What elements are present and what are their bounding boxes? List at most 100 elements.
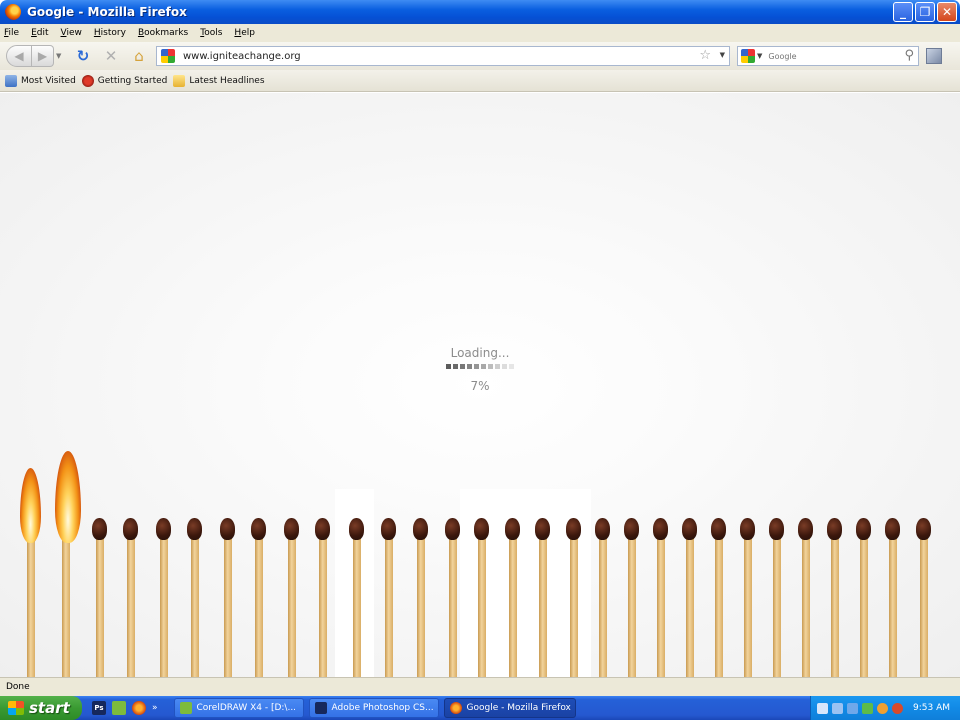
menu-bookmarks[interactable]: Bookmarks bbox=[138, 28, 188, 38]
start-button[interactable]: start bbox=[0, 696, 82, 720]
matchstick bbox=[916, 518, 931, 677]
match-head bbox=[827, 518, 842, 540]
search-engine-dropdown-icon[interactable]: ▼ bbox=[757, 52, 762, 60]
match-stick bbox=[224, 530, 232, 677]
matchstick bbox=[187, 518, 202, 677]
search-magnifier-icon[interactable]: ⚲ bbox=[904, 48, 914, 63]
quick-launch-more-icon[interactable]: » bbox=[152, 703, 158, 713]
matchstick bbox=[251, 518, 266, 677]
matchstick bbox=[220, 518, 235, 677]
window-title: Google - Mozilla Firefox bbox=[27, 5, 187, 19]
bookmark-getting-started[interactable]: Getting Started bbox=[81, 74, 167, 87]
bookmark-star-icon[interactable]: ☆ bbox=[699, 48, 711, 63]
search-box[interactable]: ▼ ⚲ bbox=[737, 46, 919, 66]
photoshop-icon[interactable]: Ps bbox=[92, 701, 106, 715]
taskbar-task-firefox[interactable]: Google - Mozilla Firefox bbox=[443, 698, 576, 718]
menu-file[interactable]: File bbox=[4, 28, 19, 38]
bookmarks-toolbar: Most Visited Getting Started Latest Head… bbox=[0, 70, 960, 92]
tray-app-icon[interactable] bbox=[892, 702, 903, 714]
matchstick bbox=[123, 518, 138, 677]
menu-history[interactable]: History bbox=[94, 28, 126, 38]
match-stick bbox=[255, 530, 263, 677]
match-head bbox=[653, 518, 668, 540]
match-head bbox=[381, 518, 396, 540]
antivirus-icon[interactable] bbox=[877, 702, 888, 714]
url-text[interactable]: www.igniteachange.org bbox=[183, 51, 301, 62]
matchstick bbox=[827, 518, 842, 677]
photoshop-icon bbox=[314, 702, 327, 714]
match-head bbox=[474, 518, 489, 540]
matchstick bbox=[445, 518, 460, 677]
stop-icon[interactable]: ✕ bbox=[100, 45, 122, 67]
matchstick bbox=[535, 518, 550, 677]
menu-edit[interactable]: Edit bbox=[31, 28, 48, 38]
home-icon[interactable]: ⌂ bbox=[128, 45, 150, 67]
menu-help[interactable]: Help bbox=[234, 28, 255, 38]
match-head bbox=[92, 518, 107, 540]
history-dropdown-icon[interactable]: ▼ bbox=[56, 52, 66, 60]
security-shield-icon[interactable] bbox=[862, 702, 873, 714]
toolbar-addon-icon[interactable] bbox=[926, 48, 942, 64]
match-stick bbox=[628, 530, 636, 677]
burning-match bbox=[20, 468, 41, 677]
progress-cell bbox=[446, 364, 451, 369]
start-label: start bbox=[29, 699, 70, 717]
taskbar-task-coreldraw[interactable]: CorelDRAW X4 - [D:\... bbox=[173, 698, 304, 718]
match-stick bbox=[288, 530, 296, 677]
match-stick bbox=[449, 530, 457, 677]
match-stick bbox=[417, 530, 425, 677]
loading-progress-bar bbox=[446, 364, 514, 369]
network-icon[interactable] bbox=[832, 702, 843, 714]
url-dropdown-icon[interactable]: ▼ bbox=[720, 51, 725, 59]
close-button[interactable]: ✕ bbox=[937, 2, 957, 22]
matchstick bbox=[566, 518, 581, 677]
matchstick bbox=[284, 518, 299, 677]
firefox-icon[interactable] bbox=[132, 701, 146, 715]
back-button[interactable]: ◀ bbox=[6, 45, 32, 67]
search-engine-icon[interactable] bbox=[741, 49, 755, 63]
site-favicon-icon bbox=[161, 49, 175, 63]
restore-button[interactable]: ❐ bbox=[915, 2, 935, 22]
matchstick bbox=[682, 518, 697, 677]
progress-cell bbox=[474, 364, 479, 369]
menu-tools[interactable]: Tools bbox=[200, 28, 222, 38]
match-stick bbox=[802, 530, 810, 677]
match-stick bbox=[570, 530, 578, 677]
coreldraw-icon bbox=[179, 702, 192, 714]
search-input[interactable] bbox=[768, 51, 889, 61]
flame-icon bbox=[55, 451, 81, 543]
reload-icon[interactable]: ↻ bbox=[72, 45, 94, 67]
match-stick bbox=[191, 530, 199, 677]
tray-arrow-icon[interactable] bbox=[817, 702, 828, 714]
taskbar-task-photoshop[interactable]: Adobe Photoshop CS... bbox=[308, 698, 439, 718]
match-stick bbox=[599, 530, 607, 677]
volume-icon[interactable] bbox=[847, 702, 858, 714]
match-stick bbox=[715, 530, 723, 677]
match-head bbox=[535, 518, 550, 540]
match-head bbox=[505, 518, 520, 540]
match-stick bbox=[62, 536, 70, 677]
match-head bbox=[856, 518, 871, 540]
bookmark-latest-headlines[interactable]: Latest Headlines bbox=[173, 74, 265, 87]
match-stick bbox=[539, 530, 547, 677]
bookmark-most-visited[interactable]: Most Visited bbox=[5, 74, 76, 87]
coreldraw-icon[interactable] bbox=[112, 701, 126, 715]
match-head bbox=[798, 518, 813, 540]
forward-button[interactable]: ▶ bbox=[32, 45, 54, 67]
menu-bar: File Edit View History Bookmarks Tools H… bbox=[0, 24, 960, 42]
match-stick bbox=[353, 530, 361, 677]
match-head bbox=[769, 518, 784, 540]
progress-cell bbox=[495, 364, 500, 369]
minimize-button[interactable]: _ bbox=[893, 2, 913, 22]
match-stick bbox=[27, 538, 35, 677]
matchstick bbox=[711, 518, 726, 677]
match-stick bbox=[860, 530, 868, 677]
match-head bbox=[916, 518, 931, 540]
match-head bbox=[413, 518, 428, 540]
bookmark-label: Most Visited bbox=[21, 75, 76, 86]
windows-taskbar: start Ps » CorelDRAW X4 - [D:\... Adobe … bbox=[0, 696, 960, 720]
menu-view[interactable]: View bbox=[61, 28, 82, 38]
url-bar[interactable]: www.igniteachange.org ☆ ▼ bbox=[156, 46, 730, 66]
match-head bbox=[251, 518, 266, 540]
match-head bbox=[682, 518, 697, 540]
